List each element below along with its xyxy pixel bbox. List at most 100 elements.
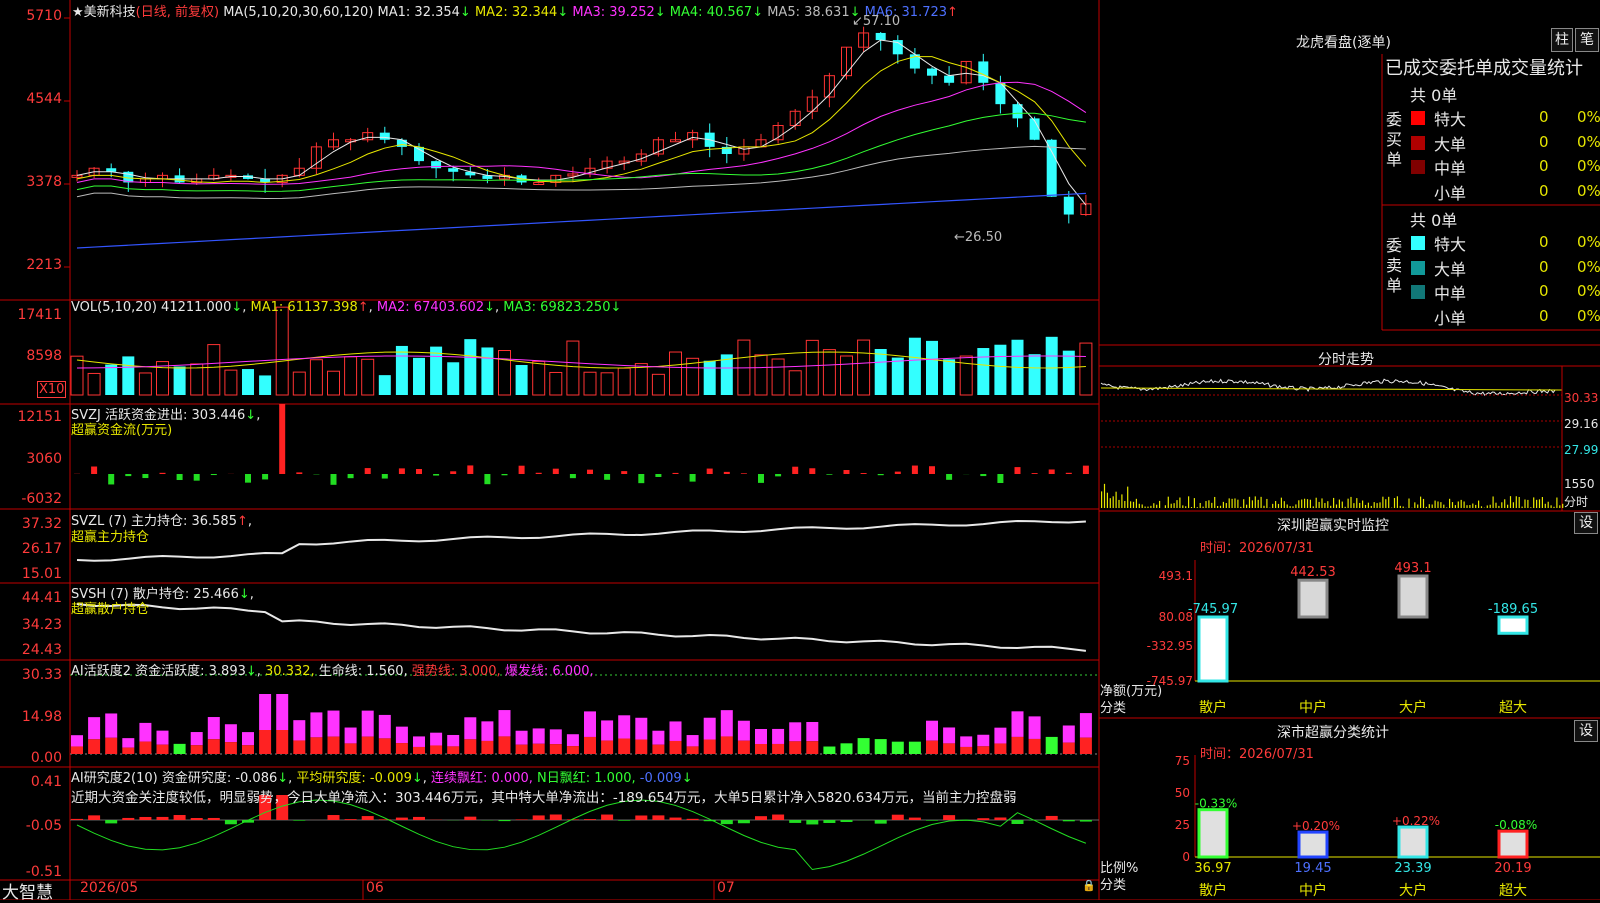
monitor-bar: [1299, 580, 1327, 617]
intraday-vol-tick: 1550: [1564, 477, 1595, 491]
activity-bar: [413, 747, 425, 754]
activity-bar: [379, 738, 391, 754]
buy-row-swatch: [1411, 111, 1425, 125]
vol-bar: [1029, 354, 1041, 395]
research-line: [77, 800, 1086, 870]
vol-bar: [550, 372, 562, 395]
vol-bar: [276, 307, 288, 395]
sell-row-count: 0: [1539, 282, 1549, 300]
intraday-vol-bar: [1426, 507, 1427, 508]
vol-bar: [447, 362, 459, 395]
vol-bar: [139, 373, 151, 395]
activity-bar: [1012, 737, 1024, 754]
flow-bar: [553, 469, 559, 474]
sell-orders-label: 委卖单: [1386, 236, 1404, 296]
intraday-vol-bar: [1382, 497, 1383, 508]
sell-row-swatch: [1411, 261, 1425, 275]
research-bar: [738, 820, 750, 823]
intraday-vol-bar: [1142, 504, 1143, 508]
activity-bar: [379, 715, 391, 738]
activity-bar: [88, 717, 100, 739]
lock-icon[interactable]: 🔒: [1082, 879, 1096, 892]
intraday-vol-bar: [1516, 496, 1517, 508]
stats-value-label: 19.45: [1294, 861, 1331, 876]
flow-bar: [348, 474, 354, 478]
activity-bar: [789, 741, 801, 754]
activity-bar: [652, 745, 664, 754]
monitor-y-tick: 493.1: [1159, 569, 1193, 583]
vol-bar: [584, 372, 596, 395]
brand-label: 大智慧: [2, 878, 53, 903]
buy-row-swatch: [1411, 185, 1425, 199]
intraday-vol-bar: [1495, 503, 1496, 508]
intraday-vol-bar: [1437, 501, 1438, 508]
intraday-vol-bar: [1542, 497, 1543, 508]
monitor-cat-label: 分类: [1100, 697, 1126, 716]
research-bar: [1046, 816, 1058, 820]
ma3-line: [77, 82, 1086, 184]
ma-value-3: MA3: 39.252: [572, 5, 654, 20]
research-bar: [670, 818, 682, 820]
intraday-vol-bar: [1116, 492, 1117, 508]
tick-mode-button[interactable]: 笔: [1575, 28, 1599, 52]
intraday-vol-bar: [1548, 502, 1549, 508]
activity-bar: [396, 727, 408, 743]
k-line-chart-area[interactable]: 493.180.08-332.95-745.97-745.97散户442.53中…: [0, 0, 1600, 900]
activity-bar: [310, 712, 322, 737]
activity-bar: [362, 737, 374, 754]
vol-bar: [293, 372, 305, 395]
flow-bar: [570, 474, 576, 478]
vol-bar: [191, 364, 203, 395]
activity-bar: [550, 729, 562, 744]
activity-bar: [584, 737, 596, 754]
intraday-vol-bar: [1403, 507, 1404, 508]
flow-bar: [758, 474, 764, 483]
activity-bar: [1063, 726, 1075, 743]
intraday-vol-bar: [1226, 503, 1227, 508]
intraday-vol-bar: [1464, 501, 1465, 508]
flow-bar: [245, 474, 251, 483]
sell-row-name: 小单: [1434, 305, 1466, 329]
intraday-vol-bar: [1490, 505, 1491, 508]
intraday-vol-bar: [1429, 504, 1430, 508]
intraday-vol-bar: [1408, 499, 1409, 508]
intraday-vol-bar: [1556, 498, 1557, 508]
flow-bar: [690, 474, 696, 482]
buy-row-name: 小单: [1434, 180, 1466, 204]
vol-bar: [806, 340, 818, 395]
intraday-vol-bar: [1237, 500, 1238, 508]
monitor-settings-button[interactable]: 设: [1574, 512, 1598, 534]
vol-bar: [464, 339, 476, 395]
research-bar: [584, 819, 596, 820]
activity-bar: [430, 745, 442, 754]
activity-bar: [704, 739, 716, 754]
vol-bar: [892, 358, 904, 395]
intraday-vol-bar: [1333, 498, 1334, 508]
sell-row-count: 0: [1539, 307, 1549, 325]
stats-change-label: +0.22%: [1392, 814, 1440, 828]
intraday-vol-bar: [1455, 505, 1456, 508]
stock-name: ★美新科技: [72, 5, 136, 20]
intraday-vol-bar: [1159, 501, 1160, 508]
research-bar: [122, 818, 134, 820]
y-tick-svsh: 44.41: [2, 590, 62, 606]
activity-bar: [191, 732, 203, 745]
activity-bar: [858, 738, 870, 754]
stats-settings-button[interactable]: 设: [1574, 720, 1598, 742]
candle-down: [1064, 197, 1074, 215]
flow-bar: [912, 466, 918, 474]
flow-bar: [792, 467, 798, 474]
vol-bar: [105, 365, 117, 395]
buy-row-name: 特大: [1434, 106, 1466, 130]
intraday-vol-bar: [1145, 507, 1146, 508]
bar-mode-button[interactable]: 柱: [1551, 28, 1573, 52]
vol-bar: [345, 357, 357, 395]
monitor-bar: [1499, 617, 1527, 633]
activity-bar: [670, 721, 682, 741]
research-bar: [635, 815, 647, 820]
research-bar: [328, 815, 340, 820]
intraday-tick: 27.99: [1564, 443, 1598, 457]
intraday-vol-bar: [1171, 504, 1172, 508]
candle-down: [1047, 140, 1057, 197]
intraday-vol-bar: [1513, 502, 1514, 508]
